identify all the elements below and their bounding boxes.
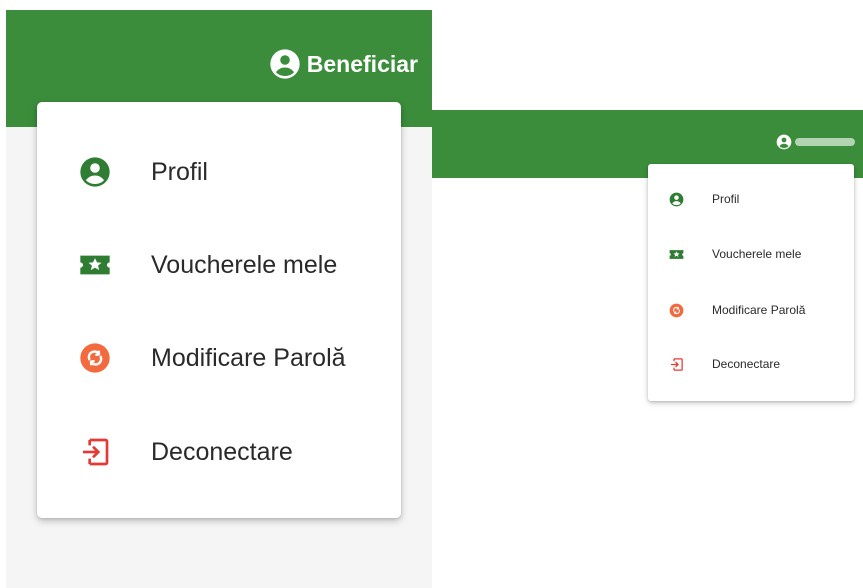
password-sync-icon (668, 302, 684, 318)
menu-item-profil[interactable]: Profil (648, 184, 854, 214)
user-menu-button[interactable] (776, 134, 855, 150)
menu-item-deconectare[interactable]: Deconectare (648, 349, 854, 379)
account-circle-icon (668, 191, 684, 207)
menu-item-label: Profil (151, 157, 208, 186)
logout-icon (668, 356, 684, 372)
menu-item-label: Deconectare (151, 437, 293, 466)
menu-item-modificare-parola[interactable]: Modificare Parolă (37, 328, 401, 388)
menu-item-voucherele-mele[interactable]: Voucherele mele (648, 239, 854, 269)
ticket-star-icon (77, 247, 113, 283)
user-dropdown-menu: Profil Voucherele mele Modificare Parolă… (648, 164, 854, 401)
large-screenshot: Beneficiar Profil Voucherele mele Modifi… (6, 10, 432, 588)
user-dropdown-menu: Profil Voucherele mele Modificare Parolă… (37, 102, 401, 518)
menu-item-label: Modificare Parolă (151, 343, 346, 372)
logout-icon (77, 434, 113, 470)
menu-item-label: Voucherele mele (712, 247, 802, 261)
user-name: Beneficiar (306, 50, 418, 77)
menu-item-label: Modificare Parolă (712, 303, 806, 317)
menu-item-profil[interactable]: Profil (37, 142, 401, 202)
password-sync-icon (77, 340, 113, 376)
menu-item-label: Deconectare (712, 357, 781, 371)
account-circle-icon (77, 154, 113, 190)
account-circle-icon (269, 48, 301, 80)
ticket-star-icon (668, 246, 684, 262)
menu-item-deconectare[interactable]: Deconectare (37, 422, 401, 482)
blurred-user-name (795, 138, 855, 146)
menu-item-voucherele-mele[interactable]: Voucherele mele (37, 235, 401, 295)
small-screenshot: Profil Voucherele mele Modificare Parolă… (432, 110, 863, 588)
menu-item-modificare-parola[interactable]: Modificare Parolă (648, 295, 854, 325)
account-circle-icon (776, 134, 792, 150)
menu-item-label: Profil (712, 192, 740, 206)
menu-item-label: Voucherele mele (151, 250, 338, 279)
user-menu-button[interactable]: Beneficiar (269, 48, 418, 80)
